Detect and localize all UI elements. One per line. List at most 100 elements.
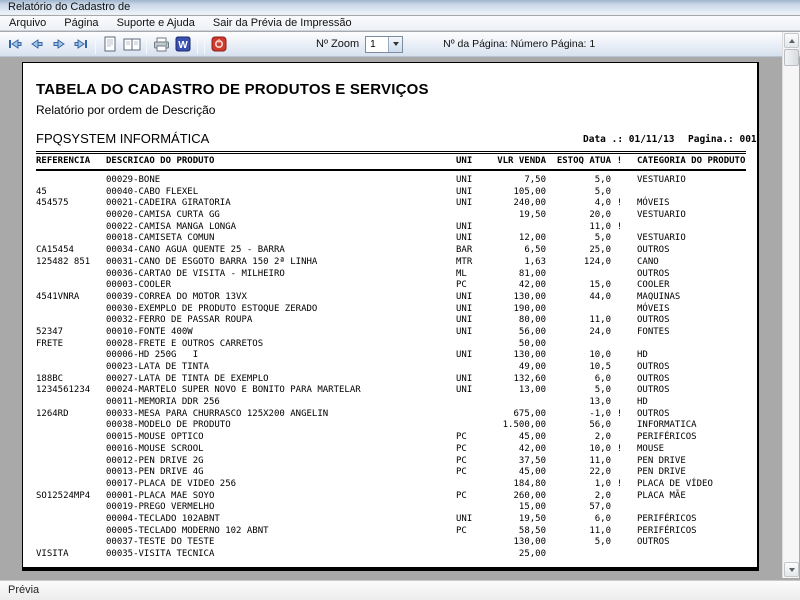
table-cell (611, 420, 628, 432)
scroll-down-icon[interactable] (784, 562, 799, 577)
table-cell: PC (456, 456, 490, 468)
table-cell: ! (611, 198, 628, 210)
word-letter: W (178, 40, 188, 51)
table-cell: OUTROS (628, 245, 670, 257)
table-row: 00018-CAMISETA COMUNUNI12,005,0VESTUARIO (23, 233, 760, 245)
table-cell: MÓVEIS (628, 304, 670, 316)
menu-bar: Arquivo Página Suporte e Ajuda Sair da P… (0, 16, 800, 31)
table-cell: 13,0 (546, 397, 611, 409)
table-cell: 00034-CANO AGUA QUENTE 25 - BARRA (106, 245, 456, 257)
export-word-button[interactable]: W (172, 34, 194, 55)
table-cell: 4541VNRA (36, 292, 106, 304)
vertical-scrollbar[interactable] (782, 32, 799, 578)
table-cell: ! (611, 222, 628, 234)
table-cell (36, 456, 106, 468)
table-cell: 37,50 (490, 456, 546, 468)
table-row: CA1545400034-CANO AGUA QUENTE 25 - BARRA… (23, 245, 760, 257)
table-cell (611, 175, 628, 187)
table-cell: SO12524MP4 (36, 491, 106, 503)
table-cell: -1,0 (546, 409, 611, 421)
table-cell: 00018-CAMISETA COMUN (106, 233, 456, 245)
table-cell: UNI (456, 327, 490, 339)
table-row: 4541VNRA00039-CORREA DO MOTOR 13VXUNI130… (23, 292, 760, 304)
table-cell: 12,00 (490, 233, 546, 245)
table-row: 00003-COOLERPC42,0015,0COOLER (23, 280, 760, 292)
table-cell: UNI (456, 175, 490, 187)
table-cell: 10,0 (546, 350, 611, 362)
table-cell: UNI (456, 156, 490, 168)
table-cell: 10,0 (546, 444, 611, 456)
table-cell: 00023-LATA DE TINTA (106, 362, 456, 374)
table-cell: 11,0 (546, 526, 611, 538)
table-cell (36, 315, 106, 327)
table-cell: BAR (456, 245, 490, 257)
single-page-view-button[interactable] (99, 34, 121, 55)
table-cell: 00037-TESTE DO TESTE (106, 537, 456, 549)
table-cell (36, 304, 106, 316)
table-row: 00006-HD 250G IUNI130,0010,0HD (23, 350, 760, 362)
previous-page-button[interactable] (26, 34, 48, 55)
table-cell: PLACA DE VÍDEO (628, 479, 713, 491)
table-cell: PERIFÉRICOS (628, 526, 697, 538)
table-cell: 00027-LATA DE TINTA DE EXEMPLO (106, 374, 456, 386)
table-cell: 45,00 (490, 432, 546, 444)
table-cell: OUTROS (628, 315, 670, 327)
zoom-combo[interactable]: 1 (365, 36, 403, 53)
table-cell: 11,0 (546, 315, 611, 327)
table-cell (456, 339, 490, 351)
table-cell: 1264RD (36, 409, 106, 421)
menu-suporte-ajuda[interactable]: Suporte e Ajuda (108, 16, 204, 31)
table-cell: 52347 (36, 327, 106, 339)
scrollbar-thumb[interactable] (784, 49, 799, 66)
next-page-button[interactable] (48, 34, 70, 55)
two-page-view-button[interactable] (121, 34, 143, 55)
close-preview-button[interactable] (208, 34, 230, 55)
table-cell: MOUSE (628, 444, 664, 456)
two-page-icon (123, 37, 141, 52)
table-cell (611, 339, 628, 351)
table-cell (36, 526, 106, 538)
menu-arquivo[interactable]: Arquivo (0, 16, 55, 31)
table-cell: PLACA MÃE (628, 491, 686, 503)
table-cell (36, 479, 106, 491)
menu-sair-previa[interactable]: Sair da Prévia de Impressão (204, 16, 361, 31)
menu-pagina[interactable]: Página (55, 16, 107, 31)
table-cell: OUTROS (628, 409, 670, 421)
first-page-icon (7, 38, 23, 50)
scroll-up-icon[interactable] (784, 33, 799, 48)
table-cell: REFERENCIA (36, 156, 106, 168)
table-cell: 00039-CORREA DO MOTOR 13VX (106, 292, 456, 304)
table-cell: UNI (456, 385, 490, 397)
table-cell: 260,00 (490, 491, 546, 503)
table-cell: 00024-MARTELO SUPER NOVO E BONITO PARA M… (106, 385, 456, 397)
table-row: 00032-FERRO DE PASSAR ROUPAUNI80,0011,0O… (23, 315, 760, 327)
table-cell: 130,00 (490, 537, 546, 549)
table-cell: PC (456, 491, 490, 503)
table-cell: 19,50 (490, 210, 546, 222)
table-row: 00016-MOUSE SCROOLPC42,0010,0!MOUSE (23, 444, 760, 456)
table-cell (628, 549, 637, 561)
table-cell: 00029-BONE (106, 175, 456, 187)
table-cell: PERIFÉRICOS (628, 432, 697, 444)
table-cell: 15,0 (546, 280, 611, 292)
print-icon (153, 37, 170, 52)
zoom-dropdown-arrow-icon[interactable] (388, 37, 402, 52)
table-cell: 45,00 (490, 467, 546, 479)
table-cell: 1234561234 (36, 385, 106, 397)
last-page-button[interactable] (70, 34, 92, 55)
table-cell (36, 467, 106, 479)
table-cell: 00004-TECLADO 102ABNT (106, 514, 456, 526)
table-cell (36, 514, 106, 526)
table-cell: UNI (456, 374, 490, 386)
table-row: 00023-LATA DE TINTA49,0010,5OUTROS (23, 362, 760, 374)
first-page-button[interactable] (4, 34, 26, 55)
table-cell: 124,0 (546, 257, 611, 269)
table-row: 00012-PEN DRIVE 2GPC37,5011,0PEN DRIVE (23, 456, 760, 468)
print-button[interactable] (150, 34, 172, 55)
report-table: REFERENCIADESCRICAO DO PRODUTOUNIVLR VEN… (23, 156, 760, 561)
table-row: 00022-CAMISA MANGA LONGAUNI11,0! (23, 222, 760, 234)
table-cell (456, 479, 490, 491)
table-cell: 49,00 (490, 362, 546, 374)
toolbar-separator (204, 35, 205, 54)
table-cell: 1,0 (546, 479, 611, 491)
